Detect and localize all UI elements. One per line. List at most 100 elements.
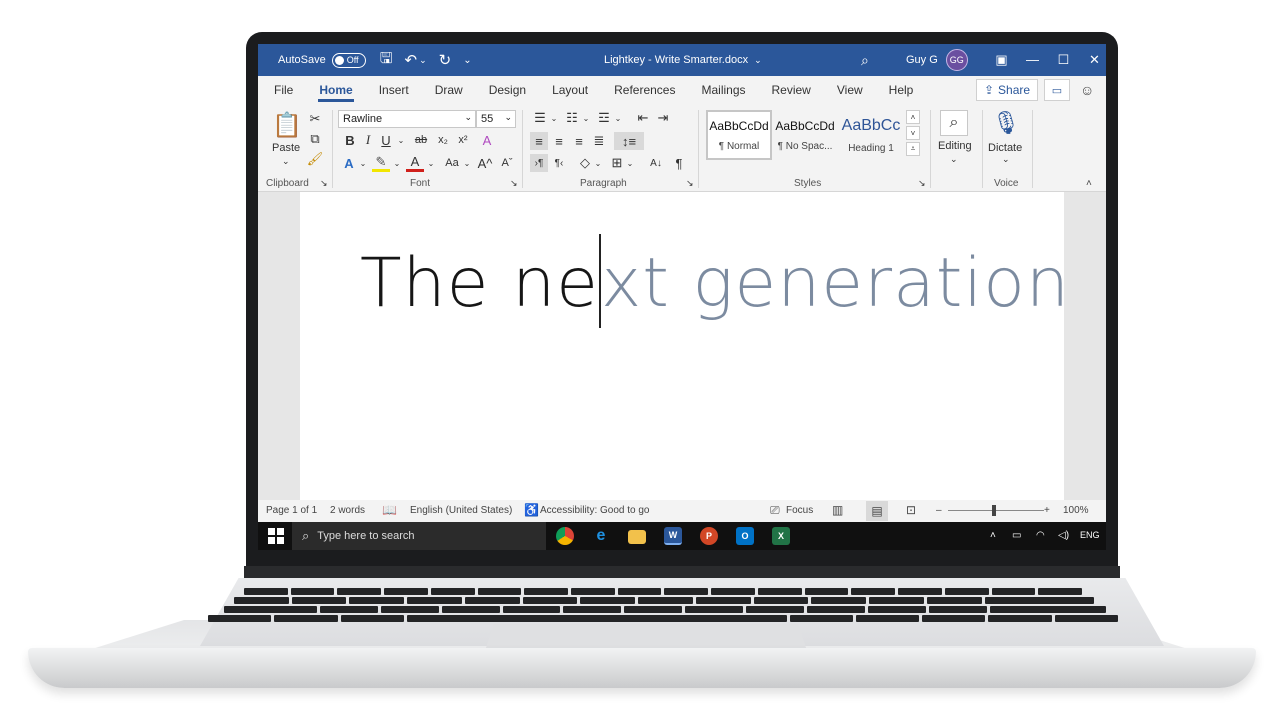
align-center-icon[interactable]: ≡ bbox=[550, 132, 568, 150]
borders-dropdown-icon[interactable]: ⌄ bbox=[626, 154, 634, 172]
format-painter-icon[interactable]: 🖌 bbox=[306, 150, 324, 168]
borders-icon[interactable]: ⊞ bbox=[608, 154, 626, 172]
feedback-icon[interactable]: ☺ bbox=[1080, 82, 1094, 98]
style-heading-1[interactable]: AaBbCc Heading 1 bbox=[838, 110, 904, 160]
windows-start-icon[interactable] bbox=[268, 528, 284, 544]
input-language[interactable]: ENG bbox=[1080, 530, 1100, 540]
highlight-dropdown-icon[interactable]: ⌄ bbox=[392, 154, 402, 172]
find-icon[interactable]: ⌕ bbox=[940, 110, 968, 136]
text-effects-dropdown-icon[interactable]: ⌄ bbox=[358, 154, 368, 172]
word-icon[interactable]: W bbox=[664, 527, 682, 545]
zoom-level[interactable]: 100% bbox=[1063, 505, 1089, 516]
account-control[interactable]: Guy G GG bbox=[906, 49, 968, 71]
highlight-icon[interactable]: ✎ bbox=[372, 154, 390, 172]
excel-icon[interactable]: X bbox=[772, 527, 790, 545]
taskbar-search-box[interactable]: ⌕ Type here to search bbox=[292, 522, 546, 550]
copy-icon[interactable]: ⧉ bbox=[306, 130, 324, 148]
italic-icon[interactable]: I bbox=[360, 132, 376, 148]
edge-icon[interactable]: e bbox=[592, 527, 610, 545]
collapse-ribbon-icon[interactable]: ˄ bbox=[1086, 178, 1092, 189]
maximize-icon[interactable]: ☐ bbox=[1048, 52, 1079, 68]
shading-dropdown-icon[interactable]: ⌄ bbox=[594, 154, 602, 172]
text-effects-icon[interactable]: A bbox=[340, 154, 358, 172]
comments-button[interactable]: ▭ bbox=[1044, 79, 1070, 101]
ltr-icon[interactable]: ›¶ bbox=[530, 154, 548, 172]
paragraph-launcher-icon[interactable]: ↘ bbox=[686, 178, 694, 189]
accessibility-status[interactable]: Accessibility: Good to go bbox=[540, 505, 650, 516]
superscript-icon[interactable]: x² bbox=[454, 132, 472, 148]
autosave-control[interactable]: AutoSave Off bbox=[278, 52, 366, 68]
change-case-icon[interactable]: Aa bbox=[440, 154, 464, 172]
file-explorer-icon[interactable] bbox=[628, 530, 646, 544]
bullets-icon[interactable]: ☰ bbox=[530, 110, 550, 126]
cut-icon[interactable]: ✂ bbox=[306, 110, 324, 128]
zoom-out-button[interactable]: – bbox=[936, 505, 942, 516]
numbering-dropdown-icon[interactable]: ⌄ bbox=[582, 110, 590, 126]
word-count[interactable]: 2 words bbox=[330, 505, 365, 516]
font-size-field[interactable]: 55 ⌄ bbox=[476, 110, 516, 128]
tab-mailings[interactable]: Mailings bbox=[688, 76, 758, 104]
microphone-icon[interactable]: 🎙 bbox=[992, 108, 1020, 138]
styles-more-icon[interactable]: ⩡ bbox=[906, 142, 920, 156]
zoom-slider-thumb[interactable] bbox=[992, 505, 996, 516]
font-color-dropdown-icon[interactable]: ⌄ bbox=[426, 154, 436, 172]
zoom-in-button[interactable]: + bbox=[1044, 505, 1050, 516]
paste-icon[interactable]: 📋 bbox=[272, 110, 302, 140]
bullets-dropdown-icon[interactable]: ⌄ bbox=[550, 110, 558, 126]
show-formatting-marks-icon[interactable]: ¶ bbox=[670, 154, 688, 172]
line-spacing-icon[interactable]: ↕≡ bbox=[614, 132, 644, 150]
battery-icon[interactable]: ▭ bbox=[1012, 530, 1021, 541]
save-icon[interactable]: 🖫 bbox=[380, 48, 393, 73]
sort-icon[interactable]: A↓ bbox=[646, 154, 666, 172]
numbering-icon[interactable]: ☷ bbox=[562, 110, 582, 126]
rtl-icon[interactable]: ¶‹ bbox=[550, 154, 568, 172]
editing-label[interactable]: Editing bbox=[938, 140, 972, 152]
decrease-indent-icon[interactable]: ⇤ bbox=[634, 110, 652, 126]
tab-view[interactable]: View bbox=[824, 76, 876, 104]
paste-label[interactable]: Paste bbox=[272, 142, 300, 154]
paste-dropdown-icon[interactable]: ⌄ bbox=[282, 156, 290, 167]
undo-dropdown-icon[interactable]: ⌄ bbox=[419, 55, 427, 66]
underline-icon[interactable]: U bbox=[378, 132, 394, 148]
align-left-icon[interactable]: ≡ bbox=[530, 132, 548, 150]
powerpoint-icon[interactable]: P bbox=[700, 527, 718, 545]
undo-icon[interactable]: ↶ bbox=[404, 51, 417, 69]
tab-draw[interactable]: Draw bbox=[422, 76, 476, 104]
language-status[interactable]: English (United States) bbox=[410, 505, 512, 516]
close-icon[interactable]: ✕ bbox=[1079, 52, 1106, 68]
tray-chevron-icon[interactable]: ˄ bbox=[990, 530, 996, 541]
page-count[interactable]: Page 1 of 1 bbox=[266, 505, 317, 516]
print-layout-icon[interactable]: ▤ bbox=[866, 501, 888, 521]
clear-formatting-icon[interactable]: A bbox=[478, 132, 496, 148]
document-body-text[interactable]: The next generation bbox=[360, 233, 1070, 328]
document-page[interactable]: The next generation bbox=[300, 192, 1069, 500]
multilevel-list-icon[interactable]: ☲ bbox=[594, 110, 614, 126]
tab-review[interactable]: Review bbox=[759, 76, 824, 104]
tab-file[interactable]: File bbox=[258, 76, 306, 104]
read-mode-icon[interactable]: ▥ bbox=[832, 503, 843, 517]
focus-button[interactable]: Focus bbox=[786, 505, 813, 516]
style-normal[interactable]: AaBbCcDd ¶ Normal bbox=[706, 110, 772, 160]
ribbon-display-options-icon[interactable]: ▣ bbox=[986, 52, 1017, 68]
align-right-icon[interactable]: ≡ bbox=[570, 132, 588, 150]
underline-dropdown-icon[interactable]: ⌄ bbox=[396, 132, 406, 148]
subscript-icon[interactable]: x₂ bbox=[434, 132, 452, 148]
tab-design[interactable]: Design bbox=[476, 76, 539, 104]
volume-icon[interactable]: ◁) bbox=[1058, 530, 1069, 541]
web-layout-icon[interactable]: ⊡ bbox=[906, 503, 916, 517]
style-no-spacing[interactable]: AaBbCcDd ¶ No Spac... bbox=[772, 110, 838, 160]
dictate-label[interactable]: Dictate bbox=[988, 142, 1022, 154]
tab-insert[interactable]: Insert bbox=[366, 76, 422, 104]
clipboard-launcher-icon[interactable]: ↘ bbox=[320, 178, 328, 189]
font-launcher-icon[interactable]: ↘ bbox=[510, 178, 518, 189]
outlook-icon[interactable]: O bbox=[736, 527, 754, 545]
document-title[interactable]: Lightkey - Write Smarter.docx ⌄ bbox=[604, 54, 762, 66]
redo-icon[interactable]: ↻ bbox=[439, 51, 452, 69]
tab-references[interactable]: References bbox=[601, 76, 688, 104]
wifi-icon[interactable]: ◠ bbox=[1036, 530, 1045, 541]
increase-indent-icon[interactable]: ⇥ bbox=[654, 110, 672, 126]
styles-launcher-icon[interactable]: ↘ bbox=[918, 178, 926, 189]
shrink-font-icon[interactable]: Aˇ bbox=[498, 154, 516, 172]
autosave-toggle[interactable]: Off bbox=[331, 52, 366, 68]
shading-icon[interactable]: ◇ bbox=[576, 154, 594, 172]
